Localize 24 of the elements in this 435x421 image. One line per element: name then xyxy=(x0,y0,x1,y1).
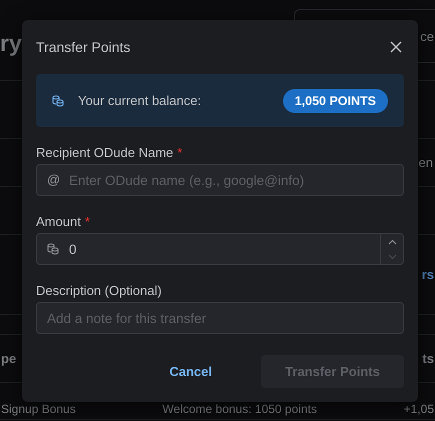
view-link[interactable]: rs xyxy=(422,267,434,282)
page-heading: ry xyxy=(0,30,22,57)
at-icon: @ xyxy=(47,172,60,188)
amount-field[interactable]: 0 xyxy=(36,233,404,265)
column-header: ts xyxy=(422,351,434,366)
coins-icon xyxy=(47,243,59,255)
required-mark: * xyxy=(84,214,90,229)
table-cell: Welcome bonus: 1050 points xyxy=(162,402,317,416)
column-header: pe xyxy=(1,351,16,366)
table-cell: Signup Bonus xyxy=(1,402,76,416)
table-cell: +1,05 xyxy=(404,402,434,416)
field-label: Recipient ODude Name xyxy=(36,145,174,160)
card-text: en xyxy=(418,155,433,170)
field-label: Amount xyxy=(36,214,81,229)
input-field[interactable]: Add a note for this transfer xyxy=(36,302,404,334)
close-icon[interactable] xyxy=(388,39,404,55)
card-text: ce xyxy=(420,28,434,44)
balance-label: Your current balance: xyxy=(78,93,202,108)
balance-badge: 1,050 POINTS xyxy=(282,88,388,112)
cancel-button[interactable]: Cancel xyxy=(152,355,229,388)
dialog-title: Transfer Points xyxy=(36,39,130,55)
coins-icon xyxy=(52,94,64,106)
required-mark: * xyxy=(177,145,182,160)
field-label: Description (Optional) xyxy=(36,283,162,298)
